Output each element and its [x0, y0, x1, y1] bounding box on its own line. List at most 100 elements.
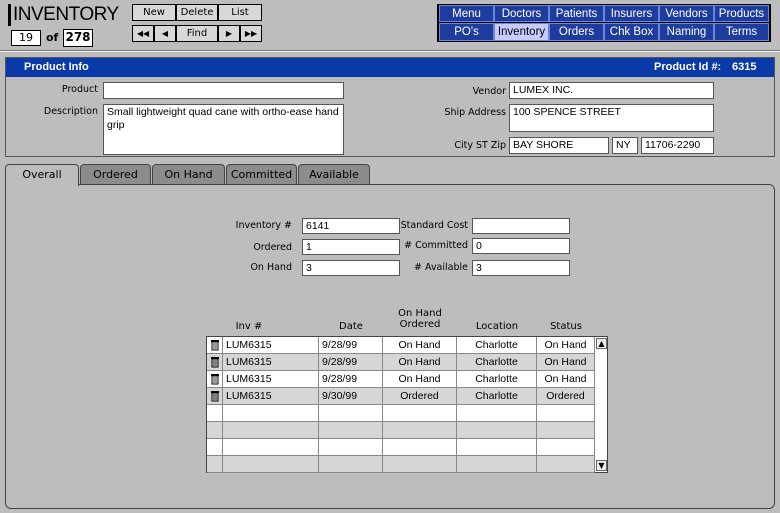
description-field[interactable]: Small lightweight quad cane with ortho-e…	[103, 104, 344, 155]
ship-address-field[interactable]: 100 SPENCE STREET	[509, 104, 714, 132]
nav-patients[interactable]: Patients	[549, 5, 604, 22]
ordered-label: Ordered	[253, 242, 292, 253]
on-hand-label: On Hand	[250, 262, 292, 273]
tab-committed[interactable]: Committed	[226, 164, 297, 184]
ship-address-label: Ship Address	[444, 107, 506, 118]
row-icon-cell	[207, 456, 223, 472]
table-cell-onhand-ordered	[383, 456, 457, 472]
product-info-title: Product Info	[24, 61, 89, 73]
table-cell-onhand-ordered: Ordered	[383, 388, 457, 404]
find-button[interactable]: Find	[176, 25, 218, 42]
committed-label: # Committed	[404, 240, 468, 251]
row-icon-cell	[207, 439, 223, 455]
ordered-field[interactable]: 1	[302, 239, 400, 255]
nav-orders[interactable]: Orders	[549, 23, 604, 41]
arrow-up-icon[interactable]: ▲	[596, 338, 607, 349]
table-row[interactable]	[207, 456, 595, 473]
table-row[interactable]: LUM6315 9/30/99 Ordered Charlotte Ordered	[207, 388, 595, 405]
nav-products[interactable]: Products	[714, 5, 769, 22]
product-id-value: 6315	[732, 61, 757, 73]
description-label: Description	[43, 106, 98, 117]
record-number-field[interactable]: 19	[11, 30, 41, 46]
zip-field[interactable]: 11706-2290	[641, 137, 714, 154]
list-button[interactable]: List	[218, 4, 262, 21]
table-cell-location: Charlotte	[457, 354, 537, 370]
column-header-location: Location	[475, 321, 519, 332]
row-icon-cell	[207, 422, 223, 438]
main-navigation: Menu Doctors Patients Insurers Vendors P…	[437, 4, 771, 42]
table-cell-inv	[223, 439, 319, 455]
table-cell-status	[537, 439, 595, 455]
nav-terms[interactable]: Terms	[714, 23, 769, 41]
table-cell-onhand-ordered	[383, 439, 457, 455]
arrow-down-icon[interactable]: ▼	[596, 460, 607, 471]
table-cell-date	[319, 405, 383, 421]
product-field[interactable]	[103, 82, 344, 99]
table-cell-inv	[223, 456, 319, 472]
committed-field[interactable]: 0	[472, 238, 570, 254]
divider-highlight	[0, 51, 780, 52]
nav-naming[interactable]: Naming	[659, 23, 714, 41]
table-cell-status: On Hand	[537, 337, 595, 353]
last-record-button[interactable]: ▶▶	[240, 25, 262, 42]
next-record-button[interactable]: ▶	[218, 25, 240, 42]
on-hand-field[interactable]: 3	[302, 260, 400, 276]
nav-doctors[interactable]: Doctors	[494, 5, 549, 22]
tab-overall[interactable]: Overall	[5, 164, 79, 186]
standard-cost-label: Standard Cost	[400, 220, 468, 231]
available-field[interactable]: 3	[472, 260, 570, 276]
inventory-number-field[interactable]: 6141	[302, 218, 400, 234]
table-row[interactable]	[207, 439, 595, 456]
table-row[interactable]: LUM6315 9/28/99 On Hand Charlotte On Hand	[207, 371, 595, 388]
record-of-label: of	[46, 31, 59, 44]
table-cell-date	[319, 439, 383, 455]
vendor-field[interactable]: LUMEX INC.	[509, 82, 714, 99]
table-row[interactable]: LUM6315 9/28/99 On Hand Charlotte On Hand	[207, 337, 595, 354]
table-cell-status	[537, 405, 595, 421]
table-cell-date: 9/30/99	[319, 388, 383, 404]
column-header-date: Date	[339, 321, 363, 332]
trash-icon[interactable]	[210, 390, 220, 402]
table-row[interactable]	[207, 405, 595, 422]
table-cell-date: 9/28/99	[319, 371, 383, 387]
table-cell-inv: LUM6315	[223, 371, 319, 387]
tab-ordered[interactable]: Ordered	[80, 164, 151, 184]
row-icon-cell[interactable]	[207, 354, 223, 370]
table-scrollbar[interactable]: ▲ ▼	[594, 337, 607, 472]
record-total: 278	[63, 29, 93, 47]
delete-button[interactable]: Delete	[176, 4, 218, 21]
new-button[interactable]: New	[132, 4, 176, 21]
table-row[interactable]: LUM6315 9/28/99 On Hand Charlotte On Hand	[207, 354, 595, 371]
column-header-onhand-ordered: On Hand Ordered	[398, 308, 442, 330]
nav-pos[interactable]: PO's	[439, 23, 494, 41]
table-cell-onhand-ordered: On Hand	[383, 354, 457, 370]
table-cell-inv: LUM6315	[223, 388, 319, 404]
available-label: # Available	[414, 262, 468, 273]
row-icon-cell[interactable]	[207, 371, 223, 387]
city-field[interactable]: BAY SHORE	[509, 137, 609, 154]
nav-inventory[interactable]: Inventory	[494, 23, 549, 41]
product-id-label: Product Id #:	[654, 61, 722, 73]
table-row[interactable]	[207, 422, 595, 439]
trash-icon[interactable]	[210, 356, 220, 368]
row-icon-cell[interactable]	[207, 337, 223, 353]
tab-on-hand[interactable]: On Hand	[152, 164, 225, 184]
state-field[interactable]: NY	[612, 137, 638, 154]
vendor-label: Vendor	[472, 86, 506, 97]
first-record-button[interactable]: ◀◀	[132, 25, 154, 42]
tab-available[interactable]: Available	[298, 164, 370, 184]
trash-icon[interactable]	[210, 373, 220, 385]
row-icon-cell[interactable]	[207, 388, 223, 404]
nav-insurers[interactable]: Insurers	[604, 5, 659, 22]
trash-icon[interactable]	[210, 339, 220, 351]
table-cell-date	[319, 456, 383, 472]
city-st-zip-label: City ST Zip	[454, 140, 506, 151]
table-cell-location	[457, 405, 537, 421]
nav-vendors[interactable]: Vendors	[659, 5, 714, 22]
product-label: Product	[61, 84, 98, 95]
nav-menu[interactable]: Menu	[439, 5, 494, 22]
table-cell-inv	[223, 405, 319, 421]
standard-cost-field[interactable]	[472, 218, 570, 234]
nav-chk-box[interactable]: Chk Box	[604, 23, 659, 41]
previous-record-button[interactable]: ◀	[154, 25, 176, 42]
